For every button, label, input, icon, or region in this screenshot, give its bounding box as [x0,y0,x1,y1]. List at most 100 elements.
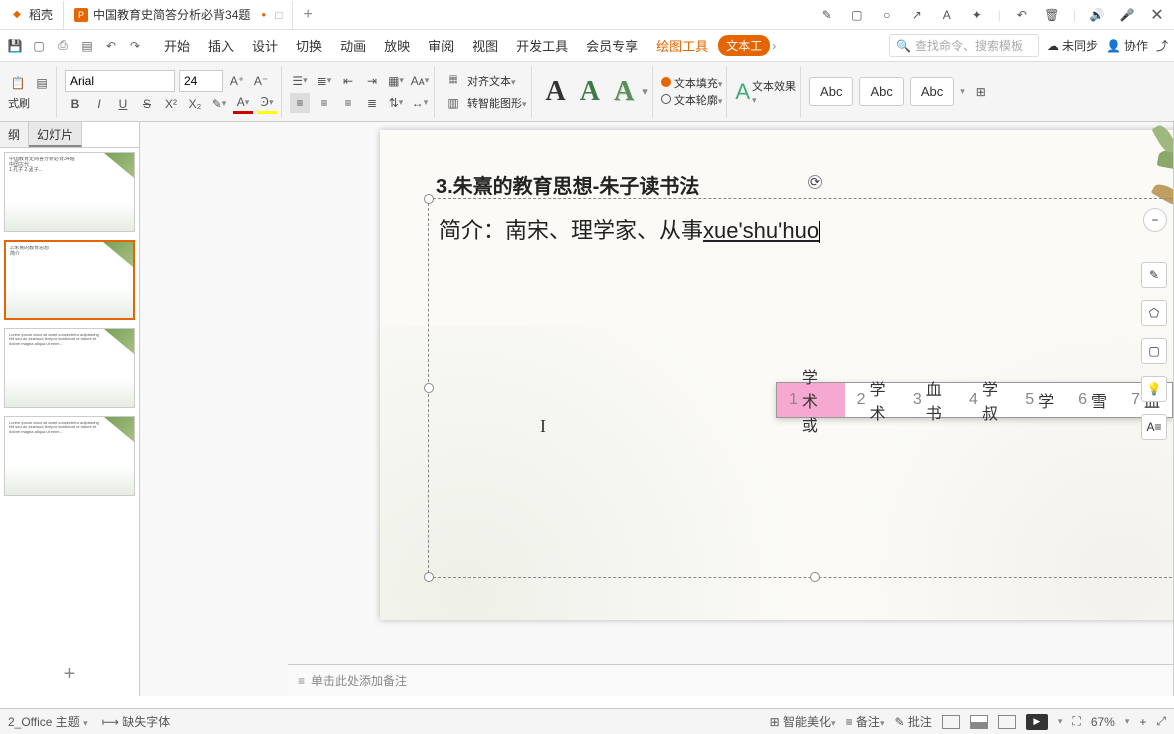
format-painter[interactable]: 式刷 [8,95,30,111]
canvas[interactable]: 3.朱熹的教育思想-朱子读书法 ⟳ 简介：南宋、理学家、从事xue'shu'hu… [140,122,1174,696]
align-text-button[interactable]: 对齐文本▾ [467,73,516,89]
increase-font-icon[interactable]: A⁺ [227,71,247,91]
missing-font-button[interactable]: ⟼ 缺失字体 [102,713,171,730]
font-select[interactable] [65,70,175,92]
subscript-button[interactable]: X₂ [185,94,205,114]
wordart-style-3[interactable]: A [608,76,640,108]
align-justify-icon[interactable]: ≣ [362,93,382,113]
align-left-icon[interactable]: ≡ [290,93,310,113]
menu-start[interactable]: 开始 [156,32,198,59]
save-icon[interactable]: 💾 [6,37,24,55]
menu-slideshow[interactable]: 放映 [376,32,418,59]
indent-left-icon[interactable]: ⇤ [338,71,358,91]
reading-view-icon[interactable] [998,715,1016,729]
bold-button[interactable]: B [65,94,85,114]
decrease-font-icon[interactable]: A⁻ [251,71,271,91]
chevron-right-icon[interactable]: › [772,39,776,53]
shape-style-3[interactable]: Abc [910,77,954,106]
play-button[interactable]: ▶ [1026,714,1048,730]
ime-cand-5[interactable]: 5学 [1013,383,1066,417]
ime-cand-2[interactable]: 2学术 [845,383,901,417]
preview-icon[interactable]: ▤ [78,37,96,55]
text-direction-icon[interactable]: 𝄜 [443,71,463,91]
slide-editor[interactable]: 3.朱熹的教育思想-朱子读书法 ⟳ 简介：南宋、理学家、从事xue'shu'hu… [380,130,1174,620]
new-tab-button[interactable]: + [293,1,322,29]
slide-thumb-4[interactable]: Lorem ipsum dolor sit amet consectetur a… [4,416,135,496]
toolbar-overflow-icon[interactable]: ⊞ [971,82,991,102]
notes-toggle[interactable]: ≡ 备注▾ [846,713,885,730]
text-content[interactable]: 简介：南宋、理学家、从事xue'shu'huo [429,199,1174,259]
play-drop[interactable]: ▾ [1058,716,1063,727]
undo-icon[interactable]: ↶ [1013,6,1031,24]
resize-handle-w[interactable] [424,383,434,393]
rotate-handle-icon[interactable]: ⟳ [808,175,822,189]
menu-member[interactable]: 会员专享 [578,32,646,59]
text-rail-icon[interactable]: A≡ [1141,414,1167,440]
menu-devtools[interactable]: 开发工具 [508,32,576,59]
beautify-button[interactable]: ⊞ 智能美化▾ [770,713,836,730]
close-button[interactable]: ✕ [1148,6,1166,24]
zoom-in-icon[interactable]: + [1139,715,1146,729]
menu-drawtools[interactable]: 绘图工具 [648,32,716,59]
zoom-level[interactable]: 67% [1091,715,1115,729]
columns-icon[interactable]: ▥ [443,93,463,113]
trash-icon[interactable]: 🗑 [1043,6,1061,24]
sorter-view-icon[interactable] [970,715,988,729]
clear-format-icon[interactable]: ✎▾ [209,94,229,114]
comments-toggle[interactable]: ✎ 批注 [894,713,931,730]
zoom-out-button[interactable]: − [1143,208,1167,232]
shape-rail-icon[interactable]: ⬠ [1141,300,1167,326]
slide-title[interactable]: 3.朱熹的教育思想-朱子读书法 [436,170,699,199]
layout-rail-icon[interactable]: ▢ [1141,338,1167,364]
menu-texttool[interactable]: 文本工 [718,35,770,56]
underline-button[interactable]: U [113,94,133,114]
strike-button[interactable]: S [137,94,157,114]
fullscreen-icon[interactable]: ⤢ [1156,714,1166,729]
zoom-drop[interactable]: ▾ [1125,716,1130,727]
ime-cand-3[interactable]: 3血书 [901,383,957,417]
resize-handle-sw[interactable] [424,572,434,582]
menu-insert[interactable]: 插入 [200,32,242,59]
superscript-button[interactable]: X² [161,94,181,114]
indent-right-icon[interactable]: ⇥ [362,71,382,91]
slides-tab[interactable]: 幻灯片 [29,122,82,147]
circle-icon[interactable]: ○ [878,6,896,24]
theme-indicator[interactable]: 2_Office 主题 ▾ [8,713,88,730]
font-color-button[interactable]: A▾ [233,94,253,114]
copy-icon[interactable]: ▤ [32,73,52,93]
line-spacing-icon[interactable]: ⇅▾ [386,93,406,113]
ime-cand-4[interactable]: 4学叔 [957,383,1013,417]
shape-style-more[interactable]: ▾ [960,86,965,97]
smart-shape-button[interactable]: 转智能图形▾ [467,95,527,111]
slide-thumb-1[interactable]: 中国教育史简答分析必背34题中国古代1.孔子 2.孟子... [4,152,135,232]
menu-design[interactable]: 设计 [244,32,286,59]
text-effect-button[interactable]: 文本效果 [752,78,796,94]
coop-button[interactable]: 👤协作 [1106,37,1148,54]
search-box[interactable]: 🔍 查找命令、搜索模板 [889,34,1039,57]
shape-style-1[interactable]: Abc [809,77,853,106]
sparkle-icon[interactable]: ✦ [968,6,986,24]
resize-handle-nw[interactable] [424,194,434,204]
thumbnails-list[interactable]: 中国教育史简答分析必背34题中国古代1.孔子 2.孟子... 3.朱熹的教育思想… [0,148,139,653]
square-icon[interactable]: ▢ [848,6,866,24]
text-a-icon[interactable]: A [938,6,956,24]
highlight-button[interactable]: Ꜿ▾ [257,94,277,114]
align-center-icon[interactable]: ≡ [314,93,334,113]
folder-icon[interactable]: ▢ [30,37,48,55]
tab-daoke[interactable]: ◆ 稻壳 [0,1,64,29]
resize-handle-s[interactable] [810,572,820,582]
ime-cand-1[interactable]: 1学术或 [777,383,845,417]
redo-icon[interactable]: ↷ [126,37,144,55]
arrow-icon[interactable]: ↗ [908,6,926,24]
italic-button[interactable]: I [89,94,109,114]
text-outline-button[interactable]: 文本轮廓▾ [661,92,723,108]
outline-tab[interactable]: 纲 [0,122,29,147]
align-right-icon[interactable]: ≡ [338,93,358,113]
char-spacing-icon[interactable]: ↔▾ [410,93,430,113]
undo-icon[interactable]: ↶ [102,37,120,55]
tab-document[interactable]: P 中国教育史简答分析必背34题 ● □ [64,1,293,29]
slide-thumb-3[interactable]: Lorem ipsum dolor sit amet consectetur a… [4,328,135,408]
menu-view[interactable]: 视图 [464,32,506,59]
menu-review[interactable]: 审阅 [420,32,462,59]
wordart-more[interactable]: ▾ [642,85,648,98]
